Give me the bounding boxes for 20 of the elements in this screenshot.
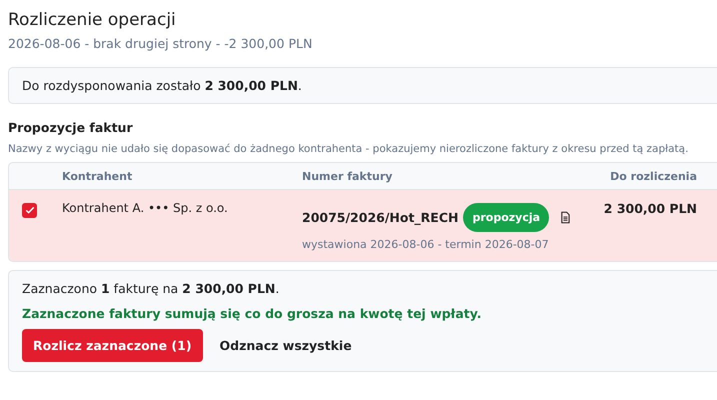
column-header: Do rozliczenia xyxy=(609,170,698,183)
invoice-number: 20075/2026/Hot_RECH xyxy=(302,210,458,225)
settle-selected-button[interactable]: Rozlicz zaznaczone (1) xyxy=(22,329,203,362)
column-header: Numer faktury xyxy=(302,170,394,183)
deselect-all-button[interactable]: Odznacz wszystkie xyxy=(208,329,363,362)
amount-cell-text: 2 300,00 PLN xyxy=(602,201,698,218)
check-icon xyxy=(24,204,36,216)
selection-summary: Zaznaczono 1 fakturę na 2 300,00 PLN. xyxy=(22,281,280,296)
column-header: Kontrahent xyxy=(62,170,134,183)
proposal-badge: propozycja xyxy=(463,203,550,232)
section-note: Nazwy z wyciągu nie udało się dopasować do żadnego kontrahenta - pokazujemy nierozliczone faktury z okresu przed tą zapłatą. xyxy=(8,143,690,155)
remaining-amount-notice: Do rozdysponowania zostało 2 300,00 PLN. xyxy=(8,67,717,104)
document-icon[interactable] xyxy=(559,210,572,225)
invoice-dates: wystawiona 2026-08-06 - termin 2026-08-07 xyxy=(302,238,550,251)
row-checkbox[interactable] xyxy=(22,202,37,218)
section-title: Propozycje faktur xyxy=(8,120,134,135)
operation-subtitle: 2026-08-06 - brak drugiej strony - -2 300,00 PLN xyxy=(8,36,314,51)
page-title: Rozliczenie operacji xyxy=(8,10,177,30)
contractor-name: Kontrahent A. ••• Sp. z o.o. xyxy=(62,201,229,217)
match-message: Zaznaczone faktury sumują się co do grosza na kwotę tej wpłaty. xyxy=(22,306,482,321)
